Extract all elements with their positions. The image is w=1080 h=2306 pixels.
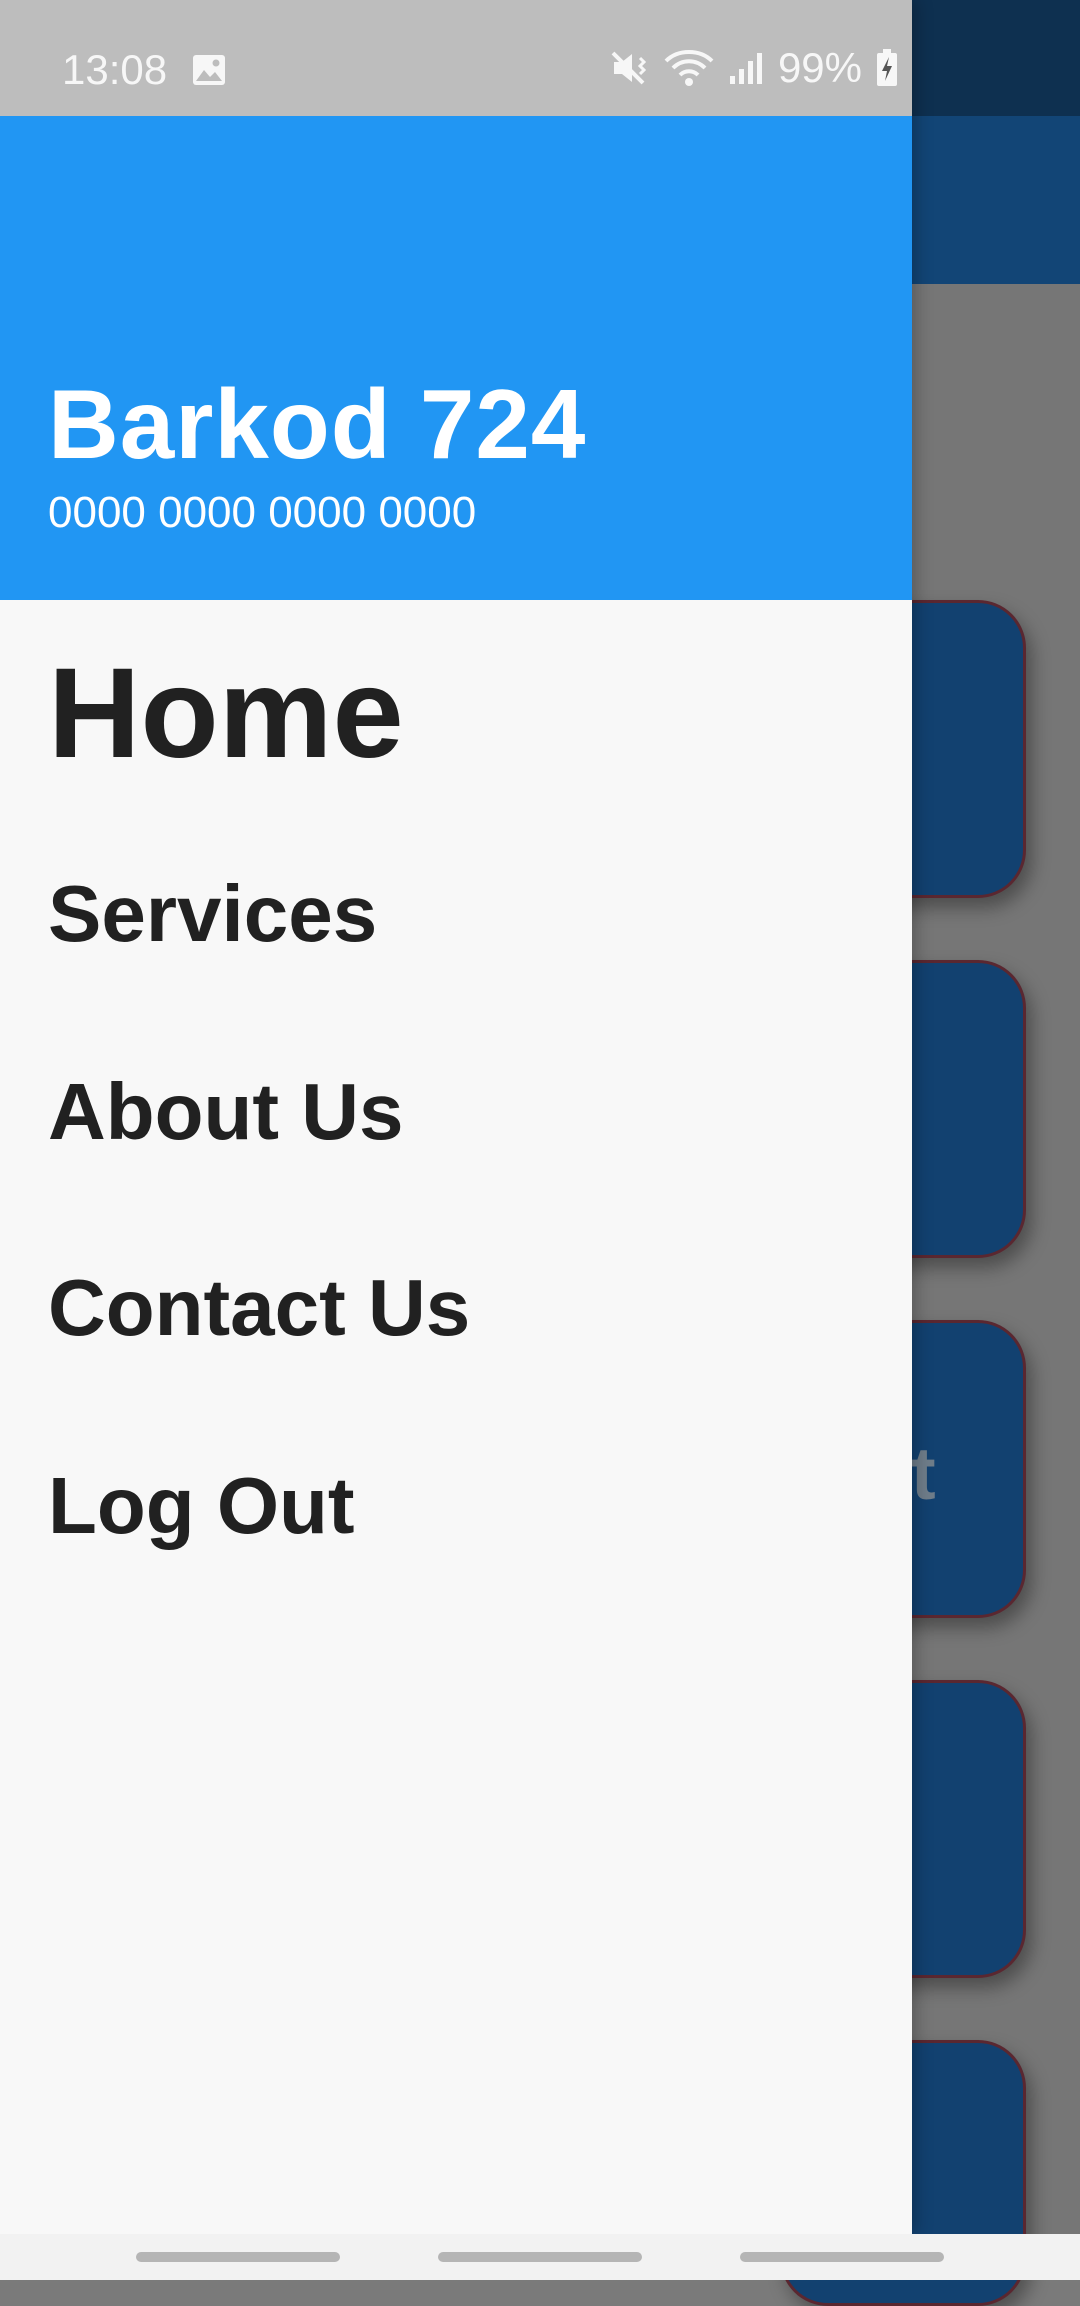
system-navigation-bar [0, 2234, 1080, 2280]
nav-home-button[interactable] [438, 2252, 642, 2262]
menu-item-contact-us[interactable]: Contact Us [48, 1262, 470, 1354]
gallery-icon [193, 55, 225, 85]
background-card-text: t [911, 1432, 936, 1515]
drawer-header: Barkod 724 0000 0000 0000 0000 [0, 116, 912, 600]
nav-recents-button[interactable] [136, 2252, 340, 2262]
wifi-icon [664, 50, 714, 86]
menu-item-log-out[interactable]: Log Out [48, 1460, 355, 1552]
status-icons: 99% [610, 44, 898, 92]
mute-vibrate-icon [611, 51, 647, 85]
menu-item-services[interactable]: Services [48, 868, 377, 960]
drawer-title: Barkod 724 [48, 369, 587, 479]
navigation-drawer: 13:08 99% Barkod 724 0000 0000 0000 0000… [0, 0, 912, 2234]
nav-back-button[interactable] [740, 2252, 944, 2262]
drawer-subtitle: 0000 0000 0000 0000 [48, 488, 477, 537]
menu-item-home[interactable]: Home [48, 640, 404, 787]
menu-item-about-us[interactable]: About Us [48, 1066, 404, 1158]
battery-percent: 99% [777, 44, 862, 91]
signal-icon [729, 53, 762, 84]
status-time: 13:08 [62, 46, 168, 93]
status-bar: 13:08 99% [0, 0, 912, 116]
battery-charging-icon [877, 49, 897, 86]
